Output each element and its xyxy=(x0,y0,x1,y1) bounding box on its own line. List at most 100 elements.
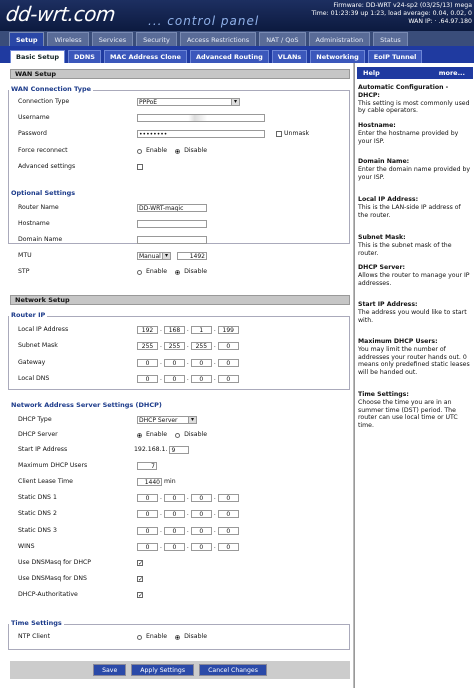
mtu-row: MTU Manual 1492 xyxy=(18,251,348,261)
static-dns2-octet[interactable]: 0 xyxy=(137,510,158,518)
ntp-enable-radio[interactable] xyxy=(137,634,142,640)
local-dns-octet[interactable]: 0 xyxy=(217,375,239,383)
force-reconnect-label: Force reconnect xyxy=(18,147,68,154)
static-dns2-label: Static DNS 2 xyxy=(18,510,57,517)
wins-octet[interactable]: 0 xyxy=(163,543,185,551)
local-dns-row: Local DNS 0.0.0.0 xyxy=(18,374,348,384)
dhcp-type-select[interactable]: DHCP Server xyxy=(137,416,197,424)
static-dns3-octet[interactable]: 0 xyxy=(190,527,212,535)
local-ip-octet[interactable]: 192 xyxy=(137,326,158,334)
local-dns-octet[interactable]: 0 xyxy=(137,375,158,383)
router-ip-legend: Router IP xyxy=(9,311,48,319)
router-name-row: Router Name DD-WRT-magic xyxy=(18,203,348,213)
subtab-ddns[interactable]: DDNS xyxy=(68,50,101,63)
cancel-changes-button[interactable]: Cancel Changes xyxy=(199,664,267,676)
lease-time-row: Client Lease Time 1440 min xyxy=(18,477,348,487)
wins-octet[interactable]: 0 xyxy=(190,543,212,551)
subtab-networking[interactable]: Networking xyxy=(310,50,365,63)
subnet-octet[interactable]: 255 xyxy=(137,342,158,350)
local-dns-octet[interactable]: 0 xyxy=(163,375,185,383)
dhcp-type-label: DHCP Type xyxy=(18,416,52,423)
static-dns3-octet[interactable]: 0 xyxy=(137,527,158,535)
save-button[interactable]: Save xyxy=(93,664,127,676)
gateway-octet[interactable]: 0 xyxy=(163,359,185,367)
tab-security[interactable]: Security xyxy=(136,32,177,46)
tab-services[interactable]: Services xyxy=(91,32,134,46)
apply-settings-button[interactable]: Apply Settings xyxy=(131,664,195,676)
unmask-checkbox[interactable] xyxy=(276,131,282,137)
dhcp-authoritative-checkbox[interactable]: ✓ xyxy=(137,592,143,599)
tab-administration[interactable]: Administration xyxy=(308,32,371,46)
router-name-label: Router Name xyxy=(18,204,59,211)
max-users-label: Maximum DHCP Users xyxy=(18,462,88,469)
firmware-info: Firmware: DD-WRT v24-sp2 (03/25/13) mega… xyxy=(311,2,472,27)
local-ip-octet[interactable]: 199 xyxy=(217,326,239,334)
disable-label: Disable xyxy=(184,633,208,640)
stp-enable-radio[interactable] xyxy=(137,269,142,275)
static-dns3-octet[interactable]: 0 xyxy=(163,527,185,535)
wins-octet[interactable]: 0 xyxy=(137,543,158,551)
static-dns2-octet[interactable]: 0 xyxy=(163,510,185,518)
subnet-octet[interactable]: 255 xyxy=(163,342,185,350)
force-reconnect-enable-radio[interactable] xyxy=(137,148,142,154)
local-ip-octet[interactable]: 1 xyxy=(190,326,212,334)
static-dns3-octet[interactable]: 0 xyxy=(217,527,239,535)
gateway-octet[interactable]: 0 xyxy=(137,359,158,367)
max-users-row: Maximum DHCP Users 7 xyxy=(18,461,348,471)
gateway-octet[interactable]: 0 xyxy=(190,359,212,367)
static-dns1-octet[interactable]: 0 xyxy=(163,494,185,502)
unmask-label: Unmask xyxy=(284,130,310,137)
help-more-link[interactable]: more... xyxy=(439,67,465,79)
static-dns2-octet[interactable]: 0 xyxy=(190,510,212,518)
help-item-text: Enter the domain name provided by your I… xyxy=(358,165,471,181)
force-reconnect-disable-radio[interactable] xyxy=(175,148,181,154)
help-item: Domain Name: Enter the domain name provid… xyxy=(358,158,472,181)
control-panel-title: ... control panel xyxy=(148,14,260,28)
header: dd-wrt.com ... control panel Firmware: D… xyxy=(0,0,474,31)
uptime: Time: 01:23:39 up 1:23, load average: 0.… xyxy=(311,10,472,18)
mtu-input[interactable]: 1492 xyxy=(177,252,207,260)
static-dns1-octet[interactable]: 0 xyxy=(137,494,158,502)
tab-setup[interactable]: Setup xyxy=(9,32,45,46)
local-dns-octet[interactable]: 0 xyxy=(190,375,212,383)
help-item-title: Subnet Mask: xyxy=(358,234,406,241)
subtab-mac-clone[interactable]: MAC Address Clone xyxy=(103,50,187,63)
subtab-vlans[interactable]: VLANs xyxy=(271,50,308,63)
subnet-octet[interactable]: 255 xyxy=(190,342,212,350)
tab-status[interactable]: Status xyxy=(373,32,408,46)
gateway-octet[interactable]: 0 xyxy=(217,359,239,367)
dnsmasq-dns-checkbox[interactable]: ✓ xyxy=(137,576,143,583)
subtab-eoip[interactable]: EoIP Tunnel xyxy=(367,50,423,63)
tab-wireless[interactable]: Wireless xyxy=(47,32,89,46)
dnsmasq-dhcp-checkbox[interactable]: ✓ xyxy=(137,560,143,567)
wan-setup-header: WAN Setup xyxy=(10,69,350,79)
password-input[interactable]: •••••••• xyxy=(137,130,265,138)
domain-input[interactable] xyxy=(137,236,207,244)
static-dns1-octet[interactable]: 0 xyxy=(217,494,239,502)
subtab-advanced-routing[interactable]: Advanced Routing xyxy=(189,50,269,63)
tab-nat-qos[interactable]: NAT / QoS xyxy=(259,32,306,46)
static-dns2-octet[interactable]: 0 xyxy=(217,510,239,518)
mtu-mode-select[interactable]: Manual xyxy=(137,252,171,260)
tab-access-restrictions[interactable]: Access Restrictions xyxy=(179,32,257,46)
advanced-settings-label: Advanced settings xyxy=(18,163,76,170)
connection-type-select[interactable]: PPPoE xyxy=(137,98,240,106)
hostname-input[interactable] xyxy=(137,220,207,228)
static-dns1-octet[interactable]: 0 xyxy=(190,494,212,502)
username-input[interactable] xyxy=(137,114,265,122)
subnet-octet[interactable]: 0 xyxy=(217,342,239,350)
advanced-settings-checkbox[interactable] xyxy=(137,164,143,170)
stp-disable-radio[interactable] xyxy=(175,269,181,275)
dhcp-server-disable-radio[interactable] xyxy=(175,432,181,438)
wins-octet[interactable]: 0 xyxy=(217,543,239,551)
dhcp-server-enable-radio[interactable] xyxy=(137,432,142,438)
max-users-input[interactable]: 7 xyxy=(137,462,157,470)
local-ip-octet[interactable]: 168 xyxy=(163,326,185,334)
lease-time-input[interactable]: 1440 xyxy=(137,478,162,486)
ntp-disable-radio[interactable] xyxy=(175,634,181,640)
dnsmasq-dns-row: Use DNSMasq for DNS ✓ xyxy=(18,574,348,584)
enable-label: Enable xyxy=(146,268,168,275)
router-name-input[interactable]: DD-WRT-magic xyxy=(137,204,207,212)
subtab-basic-setup[interactable]: Basic Setup xyxy=(10,50,66,63)
start-ip-input[interactable]: 9 xyxy=(169,446,190,454)
